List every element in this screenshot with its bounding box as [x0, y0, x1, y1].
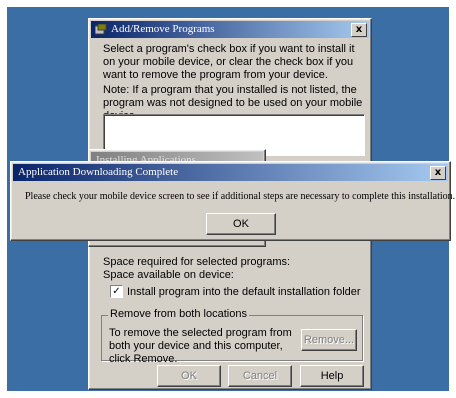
dialog-titlebar[interactable]: Application Downloading Complete x: [13, 164, 448, 181]
dialog-title: Application Downloading Complete: [18, 166, 179, 178]
remove-button[interactable]: Remove...: [301, 329, 357, 351]
install-default-folder-label[interactable]: Install program into the default install…: [127, 286, 365, 299]
dialog-message: Please check your mobile device screen t…: [25, 191, 456, 202]
dialog-close-button[interactable]: x: [430, 166, 446, 180]
ok-button[interactable]: OK: [157, 365, 221, 387]
checkmark-icon: ✓: [112, 286, 121, 297]
main-window-close-button[interactable]: x: [351, 23, 367, 37]
close-icon: x: [434, 167, 442, 178]
close-icon: x: [355, 24, 363, 35]
help-button[interactable]: Help: [300, 365, 364, 387]
cancel-button[interactable]: Cancel: [228, 365, 292, 387]
main-window-titlebar[interactable]: Add/Remove Programs x: [91, 21, 369, 38]
space-available-label: Space available on device:: [103, 269, 234, 281]
dialog-ok-button[interactable]: OK: [206, 213, 276, 235]
main-window-title: Add/Remove Programs: [111, 23, 215, 35]
instructions-text: Select a program's check box if you want…: [103, 43, 355, 81]
install-default-folder-checkbox[interactable]: ✓: [110, 285, 123, 298]
remove-description: To remove the selected program from both…: [109, 327, 292, 365]
space-required-label: Space required for selected programs:: [103, 256, 291, 268]
remove-group-label: Remove from both locations: [108, 308, 249, 320]
program-icon: [95, 24, 107, 35]
download-complete-dialog: Application Downloading Complete x Pleas…: [10, 161, 456, 241]
